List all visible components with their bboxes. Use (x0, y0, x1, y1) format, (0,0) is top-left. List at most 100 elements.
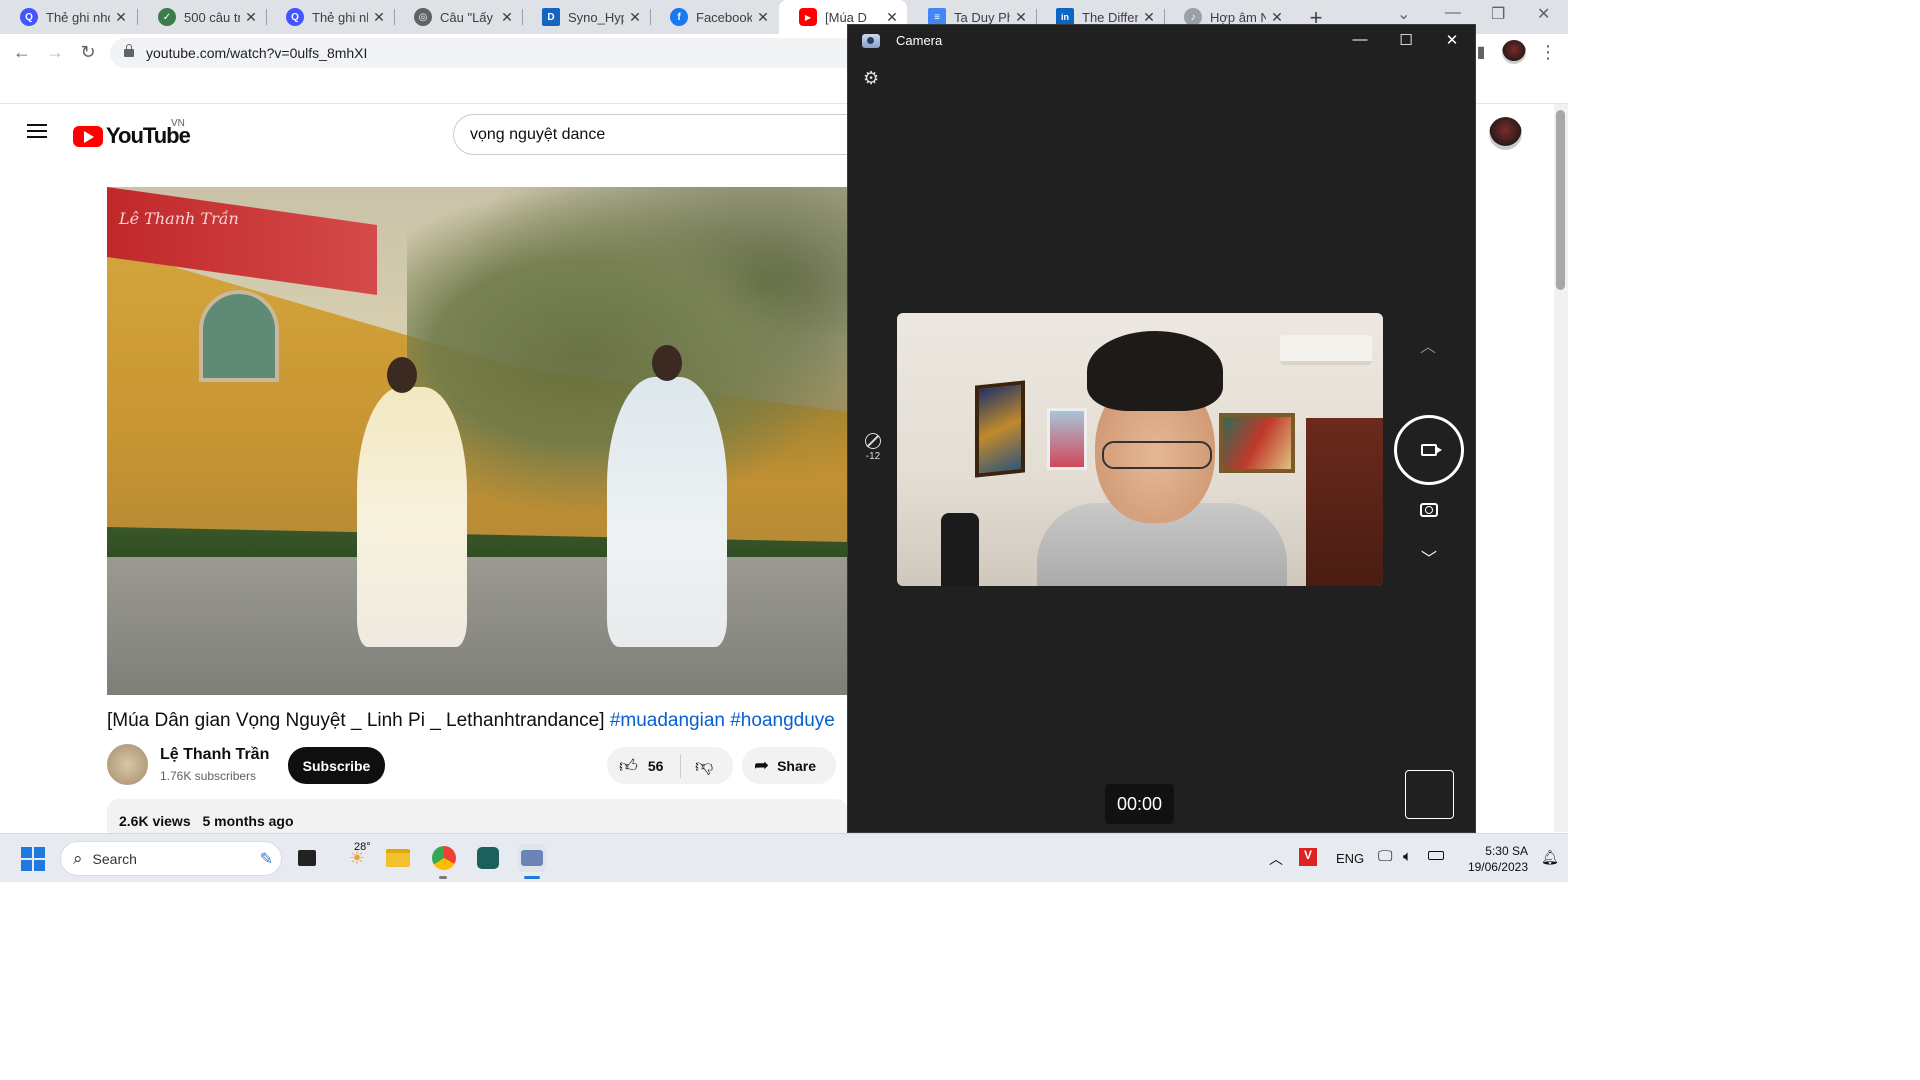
camera-taskbar-icon[interactable] (518, 844, 546, 872)
dancer-figure (357, 357, 467, 647)
preview-person-hair (1087, 331, 1223, 411)
youtube-account-avatar[interactable] (1489, 117, 1522, 150)
gallery-thumbnail[interactable] (1405, 770, 1454, 819)
channel-avatar[interactable] (107, 744, 148, 785)
tab-title: Câu "Lấy ch (440, 9, 496, 25)
record-video-button[interactable] (1394, 415, 1464, 485)
taskbar-search-box[interactable]: ⌕ Search ✎ (60, 841, 282, 876)
menu-icon[interactable] (27, 124, 47, 138)
clock-date: 19/06/2023 (1467, 860, 1528, 874)
camera-title: Camera (896, 33, 943, 48)
close-window-icon[interactable]: ✕ (1537, 4, 1550, 24)
weather-widget-icon[interactable]: ☀ 28° (340, 841, 374, 872)
close-tab-icon[interactable]: ✕ (756, 9, 770, 26)
tab-search-chevron-icon[interactable]: ⌄ (1397, 4, 1410, 24)
task-view-icon[interactable] (293, 844, 321, 872)
forward-arrow-icon[interactable]: → (44, 42, 66, 63)
browser-tab-3[interactable]: ◎ Câu "Lấy ch ✕ (394, 0, 522, 34)
quizlet-icon: Q (286, 8, 304, 26)
tab-title: Hợp âm No (1210, 9, 1266, 25)
video-title: [Múa Dân gian Vọng Nguyệt _ Linh Pi _ Le… (107, 710, 848, 732)
camera-minimize-icon[interactable]: — (1350, 31, 1370, 48)
video-title-text: [Múa Dân gian Vọng Nguyệt _ Linh Pi _ Le… (107, 710, 605, 731)
close-tab-icon[interactable]: ✕ (372, 9, 386, 26)
youtube-play-icon (73, 125, 103, 147)
show-hidden-icons-chevron[interactable]: ︿ (1269, 849, 1283, 869)
preview-painting (1047, 408, 1087, 470)
browser-tab-5[interactable]: f Facebook ✕ (650, 0, 778, 34)
exposure-control[interactable]: -12 (862, 433, 884, 462)
video-player[interactable]: Lê Thanh Trần (107, 187, 848, 695)
browser-tab-1[interactable]: ✓ 500 câu trắc ✕ (138, 0, 266, 34)
youtube-search-input[interactable]: vọng nguyệt dance (453, 114, 873, 155)
chevron-down-icon[interactable]: ﹀ (1421, 545, 1437, 569)
browser-tab-4[interactable]: D Syno_Hyper ✕ (522, 0, 650, 34)
like-dislike-group: 👍︎ 56 👎︎ (607, 747, 733, 784)
subscribe-button[interactable]: Subscribe (288, 747, 385, 784)
tab-title: 500 câu trắc (184, 9, 240, 25)
tab-title: [Múa D (825, 9, 867, 25)
share-label: Share (777, 757, 817, 774)
close-tab-icon[interactable]: ✕ (628, 9, 642, 26)
preview-painting (975, 380, 1025, 478)
scrollbar-thumb[interactable] (1556, 110, 1565, 290)
vivaldi-tray-icon[interactable]: V (1299, 848, 1317, 866)
battery-icon[interactable] (1428, 851, 1444, 860)
settings-gear-icon[interactable]: ⚙ (863, 68, 879, 89)
preview-air-conditioner (1280, 335, 1372, 365)
search-highlight-icon: ✎ (259, 850, 273, 868)
camera-app-icon (862, 33, 880, 48)
network-icon[interactable]: 🖵︎ (1378, 848, 1392, 865)
back-arrow-icon[interactable]: ← (11, 42, 33, 63)
camera-close-icon[interactable]: ✕ (1442, 31, 1462, 49)
address-bar[interactable]: youtube.com/watch?v=0ulfs_8mhXI (110, 38, 870, 68)
terminal-app-icon[interactable] (474, 844, 502, 872)
file-explorer-icon[interactable] (384, 844, 412, 872)
close-tab-icon[interactable]: ✕ (500, 9, 514, 26)
chrome-menu-icon[interactable]: ⋮ (1537, 42, 1559, 63)
chrome-icon[interactable] (430, 844, 458, 872)
region-code: VN (171, 118, 185, 129)
close-tab-icon[interactable]: ✕ (885, 9, 899, 26)
video-frame-ground (107, 557, 848, 695)
dislike-button[interactable]: 👎︎ (681, 755, 723, 777)
like-count: 56 (647, 757, 664, 774)
globe-icon: ◎ (414, 8, 432, 26)
check-badge-icon: ✓ (158, 8, 176, 26)
system-clock[interactable]: 5:30 SA 19/06/2023 (1458, 843, 1528, 875)
photo-mode-camera-icon[interactable] (1420, 503, 1438, 517)
share-arrow-icon: ➦ (754, 755, 770, 775)
restore-icon[interactable]: ❐ (1491, 4, 1505, 24)
video-hashtags[interactable]: #muadangian #hoangduye (610, 710, 835, 731)
like-button[interactable]: 👍︎ 56 (607, 753, 681, 778)
browser-tab-2[interactable]: Q Thẻ ghi nhớ ✕ (266, 0, 394, 34)
chevron-up-icon[interactable]: ︿ (1420, 333, 1436, 357)
close-tab-icon[interactable]: ✕ (1270, 9, 1284, 26)
close-tab-icon[interactable]: ✕ (1142, 9, 1156, 26)
browser-tab-0[interactable]: Q Thẻ ghi nhớ ✕ (0, 0, 136, 34)
close-tab-icon[interactable]: ✕ (1014, 9, 1028, 26)
search-icon: ⌕ (73, 848, 83, 868)
preview-bookshelf (1306, 418, 1383, 586)
reload-icon[interactable]: ↻ (77, 42, 99, 63)
language-indicator[interactable]: ENG (1336, 851, 1364, 866)
dancer-figure (607, 345, 727, 647)
minimize-icon[interactable]: — (1445, 4, 1461, 22)
volume-icon[interactable]: 🔈︎ (1403, 848, 1412, 865)
close-tab-icon[interactable]: ✕ (114, 9, 128, 26)
channel-name[interactable]: Lệ Thanh Trần (160, 746, 269, 764)
chrome-running-indicator (439, 876, 447, 879)
share-button[interactable]: ➦ Share (742, 747, 836, 784)
tab-title: The Differe (1082, 9, 1138, 25)
windows-start-icon[interactable] (21, 847, 45, 871)
camera-maximize-icon[interactable]: ☐ (1396, 31, 1416, 49)
notification-bell-icon[interactable]: 🔔︎ (1541, 849, 1559, 866)
tab-title: Thẻ ghi nhớ (312, 9, 368, 25)
tab-title: Thẻ ghi nhớ (46, 9, 110, 25)
profile-avatar[interactable] (1502, 40, 1526, 64)
preview-person-glasses (1102, 441, 1212, 469)
close-tab-icon[interactable]: ✕ (244, 9, 258, 26)
taskbar-search-label: Search (92, 850, 137, 867)
camera-preview (897, 313, 1383, 586)
lock-icon (124, 44, 134, 57)
